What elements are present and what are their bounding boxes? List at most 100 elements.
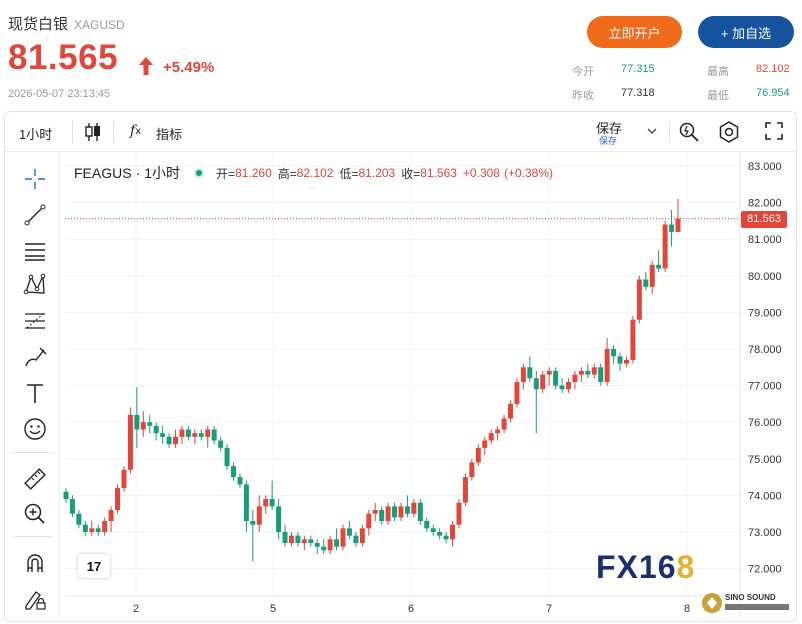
candle-body (372, 510, 378, 514)
candle (636, 275, 642, 324)
candle (89, 521, 95, 536)
candle-body (398, 506, 404, 518)
candle (630, 316, 636, 364)
candle-body (269, 499, 275, 507)
candle (250, 510, 256, 562)
candle (276, 499, 282, 540)
candle (185, 425, 191, 441)
watermark-16: 16 (638, 549, 677, 585)
candle (656, 250, 662, 273)
candle (495, 425, 501, 441)
candle-body (179, 429, 185, 437)
candle (95, 524, 101, 536)
y-tick-label: 83.000 (748, 161, 782, 173)
candle (63, 488, 69, 503)
candle (127, 407, 133, 474)
candle (205, 425, 211, 448)
candle-body (630, 319, 636, 360)
candle-body (185, 429, 191, 437)
legend-change: +0.308 (462, 166, 500, 180)
candlestick-chart[interactable]: 83.000 82.000 81.000 80.000 79.000 78.000 77.0… (0, 0, 802, 624)
candle (398, 502, 404, 522)
candle (450, 521, 456, 547)
candle-body (501, 418, 507, 430)
y-tick-label: 77.000 (748, 381, 782, 393)
candle (508, 400, 514, 423)
candle (437, 528, 443, 540)
candle-body (198, 433, 204, 437)
candle (288, 532, 294, 547)
candle (263, 495, 269, 514)
legend-open-label: 开= (216, 166, 236, 181)
quote-page: 现货白银 XAGUSD 81.565 +5.49% 2026-05-07 23:… (0, 0, 802, 624)
candle (501, 414, 507, 434)
candle-body (321, 546, 327, 551)
candle-body (540, 374, 546, 390)
candle-body (166, 436, 172, 445)
candle-body (456, 502, 462, 525)
candle (488, 429, 494, 445)
candle (623, 356, 629, 368)
candle-body (462, 477, 468, 503)
last-price-tag: 81.563 (741, 210, 787, 228)
candle-body (282, 532, 288, 543)
candle-body (263, 499, 269, 507)
candle (404, 495, 410, 518)
candle-body (340, 528, 346, 547)
y-tick-label: 75.000 (748, 454, 782, 466)
candle-body (482, 440, 488, 448)
candle-body (218, 440, 224, 448)
candle (321, 539, 327, 554)
candle-body (662, 224, 668, 269)
y-tick-label: 81.000 (748, 234, 782, 246)
candle-body (611, 349, 617, 357)
candle (192, 429, 198, 445)
candle (115, 484, 121, 514)
candle (134, 387, 140, 448)
candle-body (565, 381, 571, 390)
candle-body (359, 528, 365, 543)
x-tick-label: 2 (133, 603, 139, 615)
candle (82, 521, 88, 536)
candle-body (656, 264, 662, 269)
candle (546, 367, 552, 386)
candle (327, 535, 333, 554)
candle (140, 411, 146, 437)
market-status-icon (194, 168, 205, 178)
candle (572, 370, 578, 390)
candle (392, 502, 398, 522)
candle (218, 436, 224, 452)
candle-body (327, 539, 333, 551)
candle-body (572, 374, 578, 382)
candle (514, 378, 520, 408)
candle (462, 473, 468, 507)
candle (475, 444, 481, 467)
x-tick-label: 5 (270, 603, 276, 615)
candle-body (192, 433, 198, 437)
candle-body (134, 414, 140, 430)
candle (411, 499, 417, 518)
candle (482, 436, 488, 456)
candle (430, 524, 436, 536)
candle (611, 345, 617, 364)
candle-body (546, 370, 552, 375)
candle-body (95, 528, 101, 532)
candle-body (301, 539, 307, 543)
legend-open: 81.260 (235, 166, 272, 180)
sino-sound-text: SINO SOUND (725, 593, 776, 602)
candle (69, 495, 75, 518)
candle-body (598, 367, 604, 382)
candle-body (643, 279, 649, 287)
candle (417, 499, 423, 525)
y-tick-label: 73.000 (748, 527, 782, 539)
legend-close-label: 收= (401, 166, 421, 181)
x-tick-label: 8 (684, 603, 690, 615)
candle-body (121, 469, 127, 489)
watermark-8: 8 (676, 549, 696, 585)
candle-body (153, 425, 159, 434)
legend-symbol: FEAGUS (74, 165, 132, 181)
candle (578, 367, 584, 382)
candle (243, 480, 249, 532)
tradingview-logo[interactable]: 17 (78, 554, 110, 578)
candle-body (430, 528, 436, 532)
